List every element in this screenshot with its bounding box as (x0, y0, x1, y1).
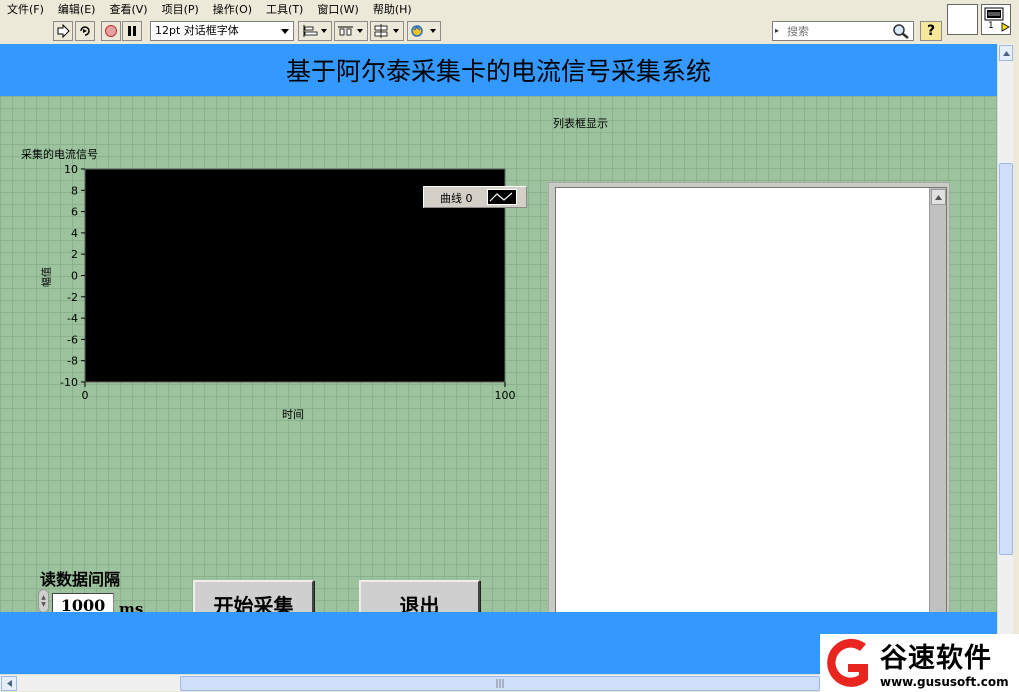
legend-series-name: 曲线 0 (440, 192, 473, 205)
pause-button[interactable] (122, 21, 142, 41)
y-tick-label: -6 (67, 333, 78, 346)
waveform-chart[interactable]: 10 8 6 4 2 0 -2 -4 -6 -8 -10 0 100 时间 幅值 (0, 96, 540, 426)
menu-file[interactable]: 文件(F) (0, 1, 51, 17)
x-tick-label: 100 (495, 389, 516, 402)
x-tick-label: 0 (82, 389, 89, 402)
horizontal-scroll-thumb[interactable]: ||| (180, 676, 820, 691)
y-tick-label: 6 (71, 206, 78, 219)
menu-project[interactable]: 项目(P) (155, 1, 206, 17)
title-band: 基于阿尔泰采集卡的电流信号采集系统 (0, 44, 997, 96)
vertical-scrollbar[interactable] (997, 44, 1013, 674)
search-box: ▸ (772, 21, 914, 41)
watermark-url: www.gususoft.com (880, 675, 1009, 689)
y-tick-label: 8 (71, 184, 78, 197)
menu-tools[interactable]: 工具(T) (259, 1, 310, 17)
menu-view[interactable]: 查看(V) (102, 1, 154, 17)
connector-pane-icon[interactable]: 1 (981, 4, 1011, 35)
run-continuously-icon (80, 26, 90, 36)
run-button[interactable] (53, 21, 73, 41)
help-icon: ? (926, 23, 936, 39)
align-objects-button[interactable] (298, 21, 332, 41)
abort-button[interactable] (101, 21, 121, 41)
font-select[interactable]: 12pt 对话框字体 (150, 21, 294, 41)
menu-edit[interactable]: 编辑(E) (51, 1, 103, 17)
menu-operate[interactable]: 操作(O) (206, 1, 259, 17)
listbox-label: 列表框显示 (553, 117, 608, 130)
watermark: 谷速软件 www.gususoft.com (820, 634, 1019, 692)
chevron-down-icon (277, 22, 293, 40)
y-tick-label: 2 (71, 248, 78, 261)
listbox-scrollbar[interactable] (929, 188, 946, 646)
reorder-icon (411, 25, 436, 37)
panel-grid-area: 采集的电流信号 列表框显示 10 8 6 4 2 0 -2 -4 -6 -8 -10 0 100 时间… (0, 96, 997, 652)
toolbar: 12pt 对话框字体 ▸ ? (0, 18, 945, 44)
y-tick-label: -2 (67, 291, 78, 304)
y-tick-label: 10 (64, 163, 78, 176)
run-continuously-button[interactable] (75, 21, 95, 41)
legend-line-icon (487, 189, 517, 205)
y-tick-label: -8 (67, 355, 78, 368)
distribute-objects-icon (338, 26, 363, 36)
x-axis-title: 时间 (282, 408, 304, 421)
increment-decrement-icon[interactable]: ▲ ▼ (38, 589, 49, 613)
interval-label: 读数据间隔 (40, 570, 121, 589)
search-marker-icon: ▸ (775, 26, 780, 35)
y-axis: 10 8 6 4 2 0 -2 -4 -6 -8 -10 (60, 163, 85, 389)
magnifier-icon[interactable] (892, 23, 910, 43)
distribute-objects-button[interactable] (334, 21, 368, 41)
vi-icon[interactable] (947, 4, 978, 35)
search-input[interactable] (787, 23, 891, 39)
menu-bar: 文件(F) 编辑(E) 查看(V) 项目(P) 操作(O) 工具(T) 窗口(W… (0, 0, 945, 18)
plot-legend[interactable]: 曲线 0 (423, 186, 527, 208)
watermark-text: 谷速软件 (880, 643, 992, 674)
scroll-up-icon[interactable] (931, 189, 946, 205)
page-title: 基于阿尔泰采集卡的电流信号采集系统 (285, 57, 711, 86)
pause-icon (128, 26, 136, 36)
align-objects-icon (303, 25, 327, 37)
resize-objects-icon (374, 24, 399, 38)
y-axis-title: 幅值 (40, 267, 53, 287)
connector-pane-number: 1 (988, 21, 994, 31)
front-panel: 基于阿尔泰采集卡的电流信号采集系统 采集的电流信号 列表框显示 10 8 6 4 2 0-… (0, 44, 997, 674)
scroll-up-icon[interactable] (999, 45, 1013, 61)
x-axis: 0 100 (82, 382, 516, 402)
help-button[interactable]: ? (920, 21, 942, 41)
menu-help[interactable]: 帮助(H) (366, 1, 419, 17)
listbox[interactable] (555, 187, 947, 647)
run-arrow-icon (57, 24, 70, 38)
vertical-scroll-thumb[interactable] (999, 163, 1013, 555)
abort-icon (105, 25, 117, 37)
scroll-left-icon[interactable] (1, 676, 17, 691)
font-select-value: 12pt 对话框字体 (155, 24, 239, 37)
y-tick-label: 4 (71, 227, 78, 240)
menu-window[interactable]: 窗口(W) (310, 1, 365, 17)
reorder-button[interactable] (407, 21, 441, 41)
y-tick-label: -10 (60, 376, 78, 389)
resize-objects-button[interactable] (370, 21, 404, 41)
y-tick-label: -4 (67, 312, 78, 325)
gususoft-logo-icon (827, 638, 868, 687)
y-tick-label: 0 (71, 270, 78, 283)
